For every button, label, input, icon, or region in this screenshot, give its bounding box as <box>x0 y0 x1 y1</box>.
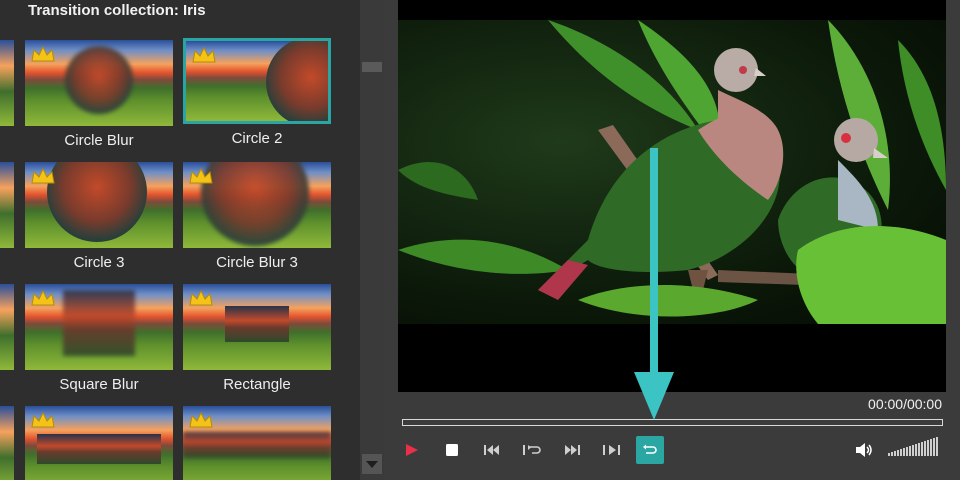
transition-thumbnail[interactable] <box>183 406 331 480</box>
play-button[interactable] <box>398 436 426 464</box>
scrollbar-thumb[interactable] <box>362 62 382 72</box>
transition-thumbnail[interactable] <box>183 38 331 124</box>
time-readout: 00:00/00:00 <box>868 396 942 412</box>
volume-slider[interactable] <box>887 436 941 456</box>
skip-forward-button[interactable] <box>558 436 586 464</box>
scroll-down-arrow-icon[interactable] <box>362 454 382 474</box>
video-viewport <box>398 0 946 392</box>
stop-icon <box>446 444 458 456</box>
skip-back-button[interactable] <box>478 436 506 464</box>
progress-bar[interactable] <box>402 419 943 426</box>
transition-label: Circle Blur <box>64 132 134 149</box>
repeat-icon <box>643 444 657 454</box>
partial-thumbnail[interactable] <box>0 40 14 126</box>
crown-icon <box>189 167 213 184</box>
crown-icon <box>189 411 213 428</box>
partial-thumbnail[interactable] <box>0 406 14 480</box>
partial-thumbnail[interactable] <box>0 162 14 248</box>
transition-label: Circle 2 <box>231 130 283 147</box>
crown-icon <box>31 167 55 184</box>
transition-label: Rectangle <box>223 376 291 393</box>
volume-icon <box>856 443 872 457</box>
skip-back-icon <box>484 445 499 455</box>
step-forward-button[interactable] <box>598 436 626 464</box>
volume-button[interactable] <box>850 436 878 464</box>
transition-label: Circle 3 <box>73 254 125 271</box>
video-frame <box>398 20 946 324</box>
crown-icon <box>192 46 216 63</box>
stop-button[interactable] <box>438 436 466 464</box>
transition-thumbnail[interactable] <box>25 162 173 248</box>
crown-icon <box>31 45 55 62</box>
transition-label: Circle Blur 3 <box>216 254 298 271</box>
step-back-icon <box>523 445 541 455</box>
transition-thumbnail[interactable] <box>25 284 173 370</box>
transition-thumbnail[interactable] <box>183 284 331 370</box>
partial-thumbnail[interactable] <box>0 284 14 370</box>
pigeons-image <box>398 20 946 324</box>
step-forward-icon <box>603 445 620 455</box>
panel-scrollbar[interactable] <box>360 0 384 480</box>
crown-icon <box>31 411 55 428</box>
preview-player: 00:00/00:00 <box>384 0 960 480</box>
step-back-button[interactable] <box>518 436 546 464</box>
panel-title: Transition collection: Iris <box>28 2 206 19</box>
transition-thumbnail[interactable] <box>183 162 331 248</box>
play-icon <box>406 444 418 456</box>
volume-level-icon <box>888 437 938 456</box>
transition-thumbnail[interactable] <box>25 40 173 126</box>
transition-thumbnail[interactable] <box>25 406 173 480</box>
skip-forward-icon <box>565 445 580 455</box>
repeat-button[interactable] <box>636 436 664 464</box>
transition-label: Square Blur <box>59 376 139 393</box>
crown-icon <box>189 289 213 306</box>
transition-panel: Transition collection: Iris Circle Blur … <box>0 0 360 480</box>
crown-icon <box>31 289 55 306</box>
